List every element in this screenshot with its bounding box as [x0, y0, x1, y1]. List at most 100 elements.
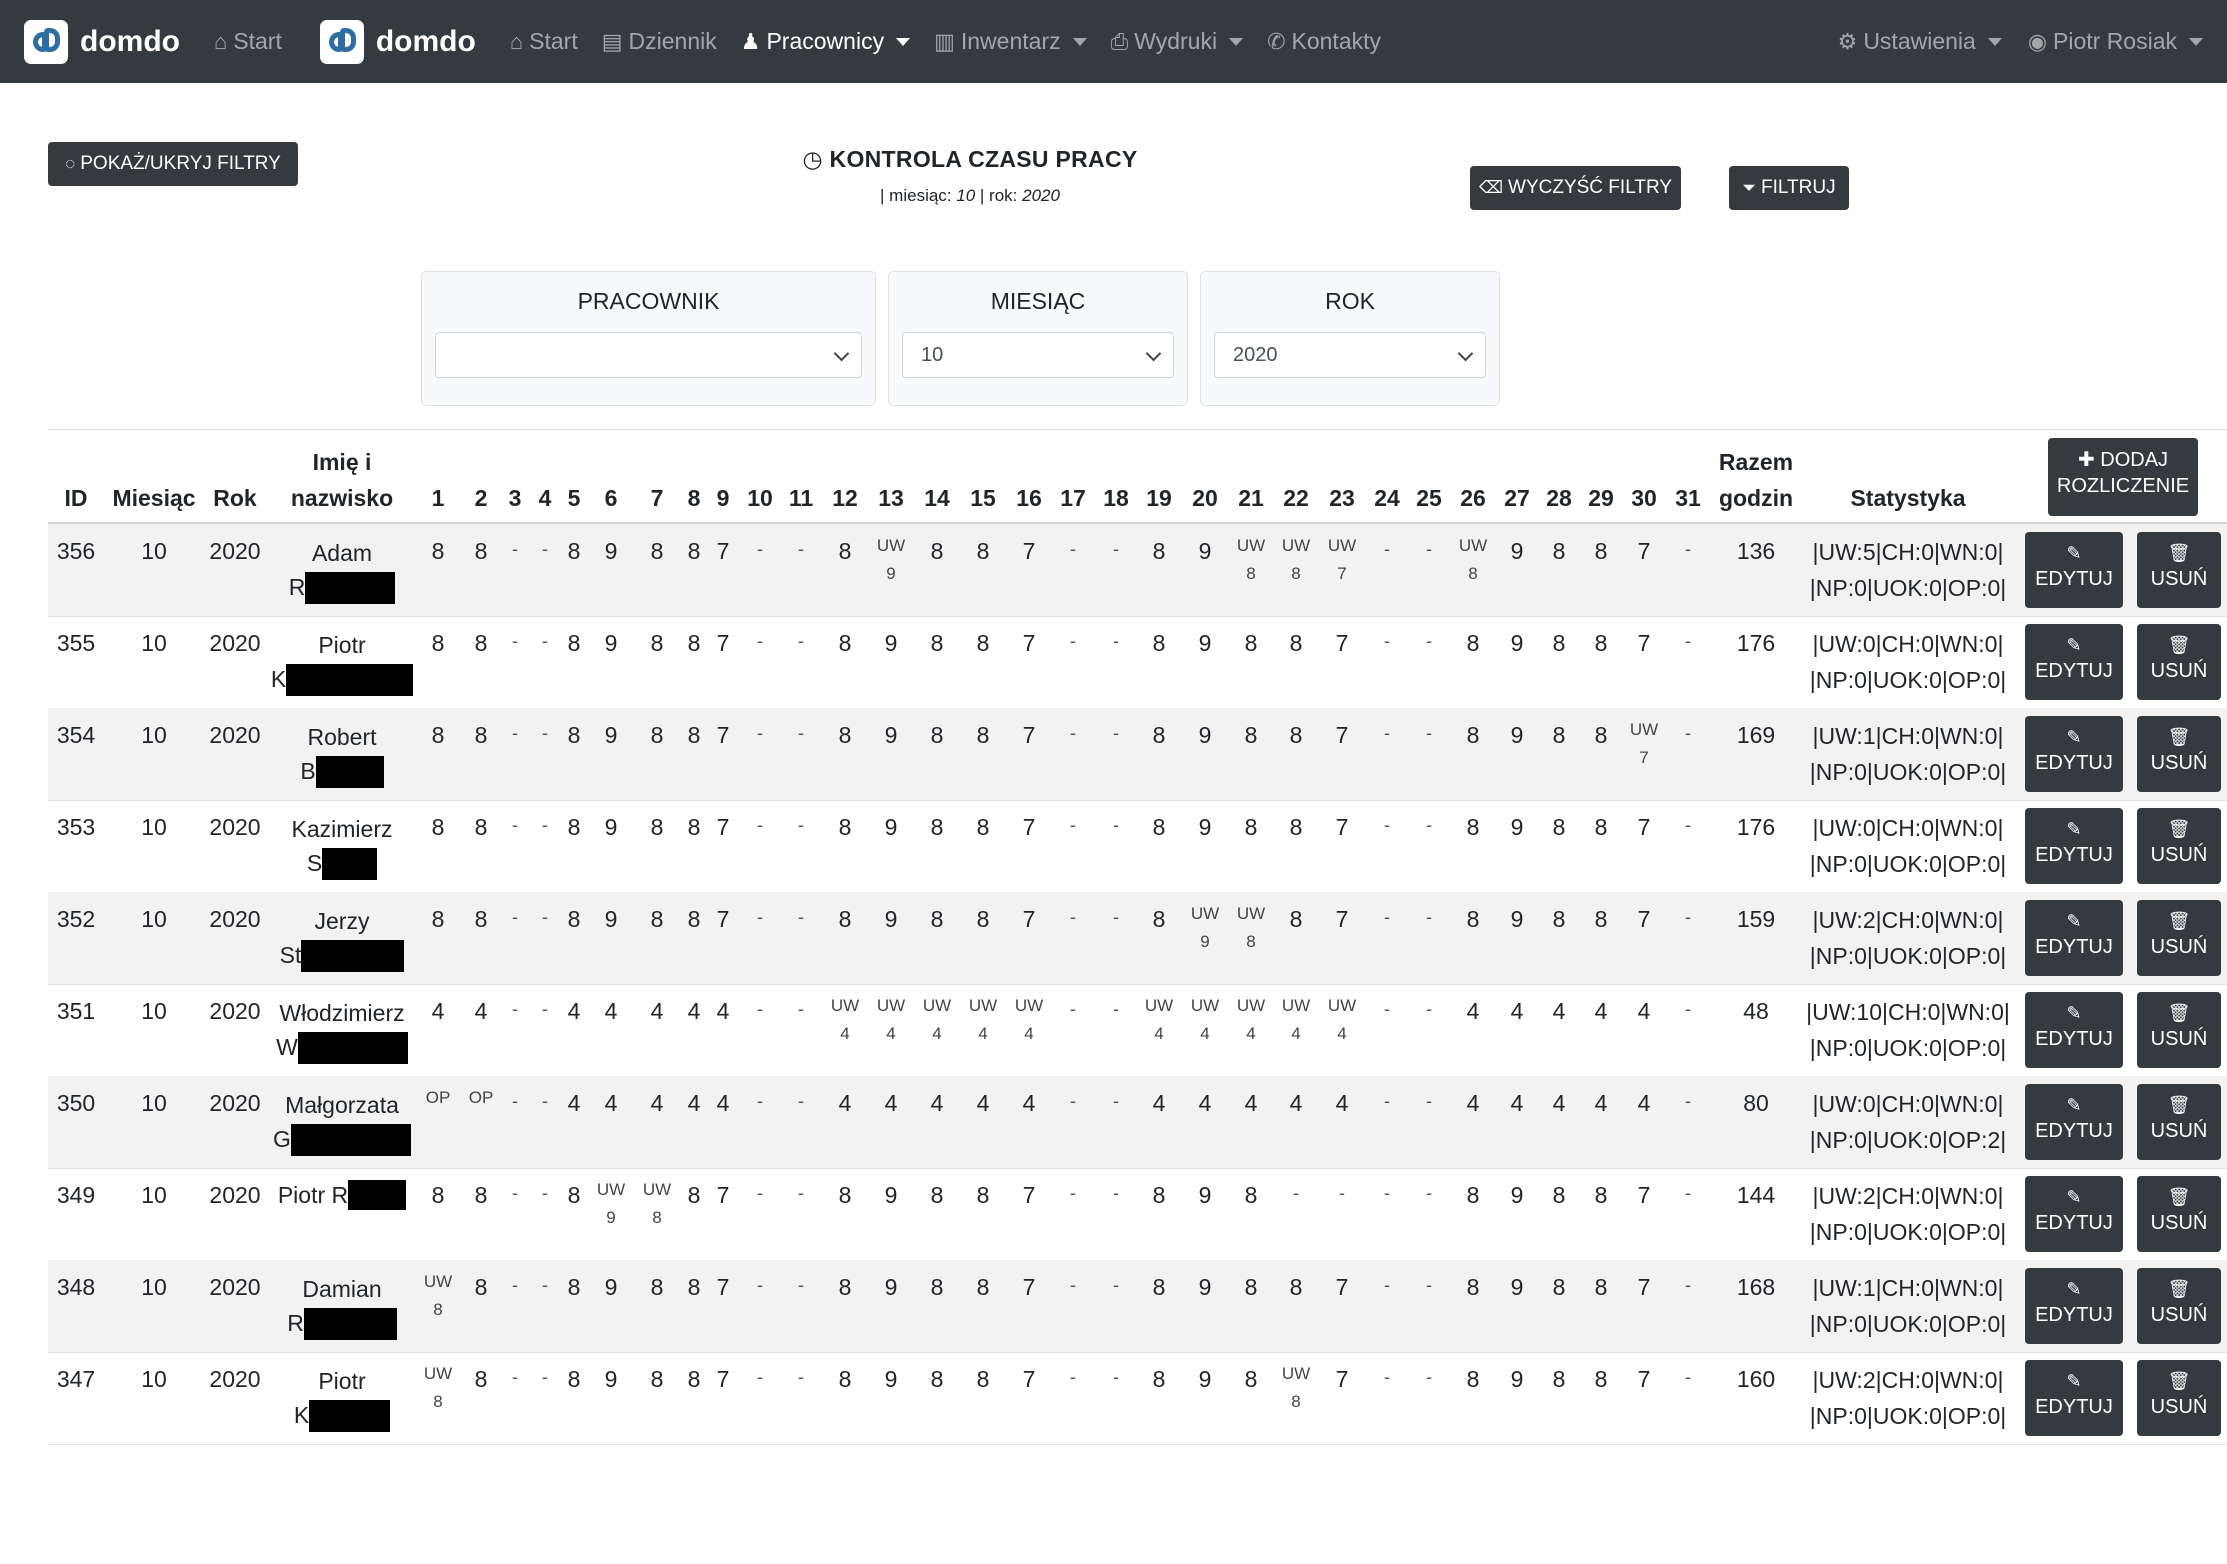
day-cell-hours: 8	[1594, 630, 1608, 656]
cell-year: 2020	[209, 998, 261, 1024]
day-cell-hours: 9	[1510, 630, 1524, 656]
delete-button[interactable]: 🗑 USUŃ	[2137, 808, 2221, 884]
day-cell-hours: 9	[1198, 722, 1212, 748]
nav-start[interactable]: ⌂ Start	[214, 28, 282, 55]
name-last-initial: G	[273, 1126, 291, 1152]
day-cell-hours: 9	[884, 722, 898, 748]
day-cell-empty: -	[1070, 1091, 1076, 1111]
toggle-filters-button[interactable]: ◌ POKAŻ/UKRYJ FILTRY	[48, 142, 298, 186]
nav-wydruki[interactable]: ⎙ Wydruki	[1111, 28, 1244, 55]
stats-line1: |UW:1|CH:0|WN:0|	[1812, 1275, 2004, 1301]
header-day-21: 21	[1238, 485, 1264, 511]
edit-button[interactable]: ✎ EDYTUJ	[2025, 1360, 2123, 1436]
delete-button[interactable]: 🗑 USUŃ	[2137, 716, 2221, 792]
nav-pracownicy[interactable]: ♟ Pracownicy	[741, 28, 911, 55]
chevron-down-icon	[896, 37, 911, 46]
home-icon: ⌂	[213, 28, 228, 54]
edit-button[interactable]: ✎ EDYTUJ	[2025, 532, 2123, 608]
nav-start-2[interactable]: ⌂ Start	[510, 28, 578, 55]
day-cell-hours: 8	[838, 906, 852, 932]
day-cell-hours: 9	[604, 538, 618, 564]
nav-ustawienia[interactable]: ⚙ Ustawienia	[1838, 28, 2002, 55]
nav-inwentarz[interactable]: ▥ Inwentarz	[934, 28, 1087, 55]
day-cell-hours: 9	[1198, 814, 1212, 840]
edit-button[interactable]: ✎ EDYTUJ	[2025, 1176, 2123, 1252]
brand-link-2[interactable]: domdo	[319, 19, 476, 64]
delete-button[interactable]: 🗑 USUŃ	[2137, 900, 2221, 976]
day-cell-hours: 9	[884, 814, 898, 840]
delete-button[interactable]: 🗑 USUŃ	[2137, 532, 2221, 608]
filter-button[interactable]: ⏷ FILTRUJ	[1729, 166, 1849, 210]
month-select[interactable]: 10	[902, 332, 1174, 378]
cell-total: 144	[1736, 1182, 1776, 1208]
day-cell-hours: 8	[838, 1182, 852, 1208]
header-day-10: 10	[747, 485, 773, 511]
add-settlement-button[interactable]: ✚ DODAJ ROZLICZENIE	[2048, 438, 2198, 516]
stats-line1: |UW:2|CH:0|WN:0|	[1812, 1367, 2004, 1393]
day-cell-empty: -	[1426, 723, 1432, 743]
delete-button[interactable]: 🗑 USUŃ	[2137, 1084, 2221, 1160]
pencil-icon: ✎	[2066, 1371, 2082, 1391]
year-select[interactable]: 2020	[1214, 332, 1486, 378]
day-cell-hours: 4	[1466, 998, 1480, 1024]
delete-button[interactable]: 🗑 USUŃ	[2137, 1360, 2221, 1436]
edit-button[interactable]: ✎ EDYTUJ	[2025, 992, 2123, 1068]
cell-year: 2020	[209, 1274, 261, 1300]
delete-button-label: USUŃ	[2150, 660, 2208, 682]
day-cell-hours: 8	[1289, 630, 1303, 656]
day-cell-hours: 7	[1637, 1182, 1651, 1208]
day-cell-hours: 8	[1244, 722, 1258, 748]
cell-name: Kazimierz S	[270, 812, 414, 880]
day-cell-hours: 8	[930, 906, 944, 932]
day-cell-hours: 8	[838, 538, 852, 564]
cell-total: 176	[1736, 630, 1776, 656]
cell-name: Piotr R	[270, 1180, 414, 1210]
edit-button[interactable]: ✎ EDYTUJ	[2025, 808, 2123, 884]
nav-user-menu[interactable]: ◉ Piotr Rosiak	[2028, 28, 2203, 55]
day-cell-hours: 8	[431, 906, 445, 932]
day-cell-hours: 9	[884, 1274, 898, 1300]
nav-kontakty[interactable]: ✆ Kontakty	[1267, 28, 1381, 55]
edit-button[interactable]: ✎ EDYTUJ	[2025, 1268, 2123, 1344]
clear-filters-button[interactable]: ⌫ WYCZYŚĆ FILTRY	[1470, 166, 1681, 210]
edit-button[interactable]: ✎ EDYTUJ	[2025, 624, 2123, 700]
chevron-down-icon	[1987, 37, 2002, 46]
delete-button[interactable]: 🗑 USUŃ	[2137, 992, 2221, 1068]
day-cell-hours: 8	[1552, 1182, 1566, 1208]
delete-button[interactable]: 🗑 USUŃ	[2137, 624, 2221, 700]
brand-link[interactable]: domdo	[24, 19, 180, 64]
day-cell-hours: 8	[1552, 814, 1566, 840]
cell-stats: |UW:0|CH:0|WN:0| |NP:0|UOK:0|OP:2|	[1800, 1086, 2016, 1158]
day-cell-absence: UW 8	[423, 1364, 453, 1411]
chevron-down-icon	[1072, 37, 1087, 46]
day-cell-empty: -	[1113, 1183, 1119, 1203]
nav-dziennik-label: Dziennik	[628, 28, 717, 54]
employee-select[interactable]	[435, 332, 862, 378]
day-cell-hours: 9	[884, 1366, 898, 1392]
nav-dziennik[interactable]: ▤ Dziennik	[602, 28, 717, 55]
day-cell-empty: -	[1070, 815, 1076, 835]
cell-stats: |UW:10|CH:0|WN:0| |NP:0|UOK:0|OP:0|	[1800, 994, 2016, 1066]
day-cell-hours: 4	[1552, 998, 1566, 1024]
day-cell-hours: 9	[1510, 1366, 1524, 1392]
day-cell-hours: 8	[1152, 538, 1166, 564]
day-cell-hours: 8	[976, 906, 990, 932]
day-cell-hours: 9	[604, 906, 618, 932]
cell-total: 80	[1743, 1090, 1769, 1116]
day-cell-hours: 8	[1289, 1274, 1303, 1300]
cell-month: 10	[141, 998, 167, 1024]
book-icon: ▤	[601, 28, 623, 54]
phone-icon: ✆	[1267, 28, 1286, 54]
trash-icon: 🗑	[2167, 1003, 2191, 1023]
edit-button[interactable]: ✎ EDYTUJ	[2025, 716, 2123, 792]
nav-pracownicy-label: Pracownicy	[766, 28, 885, 54]
day-cell-empty: -	[1426, 1183, 1432, 1203]
delete-button[interactable]: 🗑 USUŃ	[2137, 1268, 2221, 1344]
edit-button-label: EDYTUJ	[2035, 660, 2113, 682]
edit-button[interactable]: ✎ EDYTUJ	[2025, 1084, 2123, 1160]
day-cell-hours: 4	[1466, 1090, 1480, 1116]
edit-button[interactable]: ✎ EDYTUJ	[2025, 900, 2123, 976]
delete-button[interactable]: 🗑 USUŃ	[2137, 1176, 2221, 1252]
trash-icon: 🗑	[2167, 635, 2191, 655]
header-stats: Statystyka	[1850, 485, 1966, 511]
